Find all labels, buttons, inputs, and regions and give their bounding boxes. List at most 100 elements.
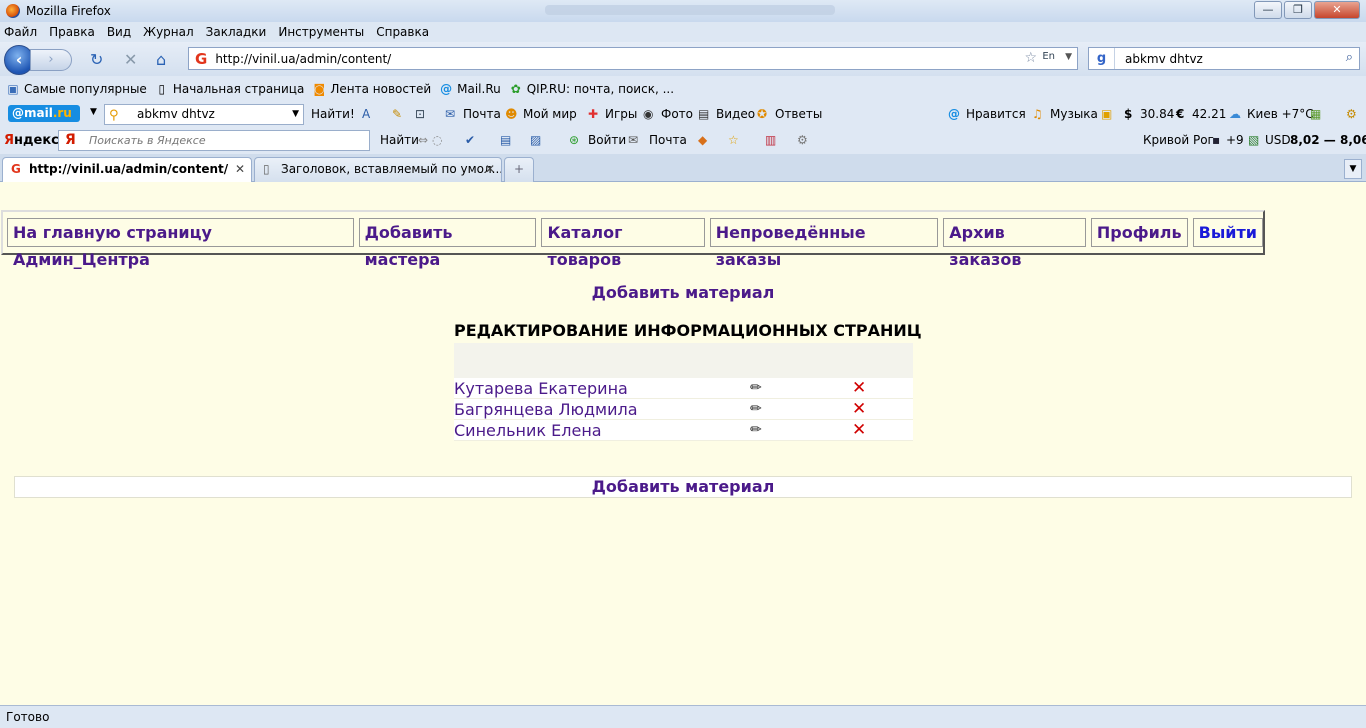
qip-icon: ✿: [510, 81, 521, 96]
video-icon: ▤: [698, 107, 710, 121]
add-material-link-bottom[interactable]: Добавить материал: [14, 476, 1352, 498]
yandex-settings-icon[interactable]: ⚙: [797, 133, 808, 147]
highlight-icon[interactable]: ✎: [392, 107, 402, 121]
add-material-link-top[interactable]: Добавить материал: [0, 283, 1366, 302]
forward-button[interactable]: ›: [30, 49, 72, 71]
google-engine-icon[interactable]: g: [1089, 48, 1115, 69]
yandex-mail-icon: ✉: [628, 133, 639, 147]
delete-x-icon[interactable]: ✕: [852, 399, 866, 419]
admin-home-link[interactable]: На главную страницу Админ_Центра: [7, 218, 354, 269]
menu-history[interactable]: Журнал: [143, 25, 194, 39]
menu-file[interactable]: Файл: [4, 25, 37, 39]
reload-icon[interactable]: ↻: [90, 50, 103, 69]
yandex-bar-icon[interactable]: ▥: [765, 133, 776, 147]
like-icon: @: [948, 107, 960, 121]
search-icon[interactable]: ⌕: [1346, 50, 1353, 65]
mailru-dropdown-icon[interactable]: ▼: [90, 107, 97, 117]
tab-admin-content[interactable]: G http://vinil.ua/admin/content/ ✕: [2, 157, 252, 182]
orders-archive-link[interactable]: Архив заказов: [943, 218, 1086, 269]
row-title-link[interactable]: Кутарева Екатерина: [454, 379, 628, 398]
search-bar[interactable]: g abkmv dhtvz ⌕: [1088, 47, 1360, 70]
logout-link[interactable]: Выйти: [1192, 218, 1263, 247]
tab-strip: G http://vinil.ua/admin/content/ ✕ ▯ Заг…: [0, 154, 1366, 182]
mailru-photo-link[interactable]: Фото: [661, 107, 693, 121]
mailru-find-button[interactable]: Найти!: [311, 107, 355, 121]
close-window-button[interactable]: ✕: [1314, 1, 1360, 19]
yandex-translate2-icon[interactable]: ▨: [530, 133, 541, 147]
dollar-icon: $: [1124, 107, 1133, 121]
yandex-toolbar: Яндекс Я Поискать в Яндексе Найти ⇔ ◌ ✔ …: [0, 127, 1366, 154]
bookmark-news[interactable]: ◙ Лента новостей: [312, 82, 432, 96]
pencil-icon[interactable]: ✏: [750, 380, 762, 396]
tab-close-icon[interactable]: ✕: [485, 158, 495, 181]
mailru-like-link[interactable]: Нравится: [966, 107, 1026, 121]
yandex-mail-button[interactable]: Почта: [649, 133, 687, 147]
mailru-search-input[interactable]: ⚲ abkmv dhtvz ▼: [104, 104, 304, 125]
mailru-myworld-link[interactable]: Мой мир: [523, 107, 577, 121]
firefox-logo-icon: [6, 4, 20, 18]
row-title-link[interactable]: Багрянцева Людмила: [454, 400, 638, 419]
catalog-link[interactable]: Каталог товаров: [541, 218, 705, 269]
tab-default-title[interactable]: ▯ Заголовок, вставляемый по умол... ✕: [254, 157, 502, 182]
yandex-search-input[interactable]: Я Поискать в Яндексе: [58, 130, 370, 151]
yandex-login-button[interactable]: Войти: [588, 133, 626, 147]
new-tab-button[interactable]: +: [504, 157, 534, 182]
search-text: abkmv dhtvz: [1125, 51, 1203, 66]
menu-help[interactable]: Справка: [376, 25, 429, 39]
mailru-music-link[interactable]: Музыка: [1050, 107, 1098, 121]
menu-view[interactable]: Вид: [107, 25, 131, 39]
menu-bookmarks[interactable]: Закладки: [206, 25, 267, 39]
window-controls: — ❐ ✕: [1254, 1, 1360, 19]
tab-close-icon[interactable]: ✕: [235, 158, 245, 181]
pencil-icon[interactable]: ✏: [750, 422, 762, 438]
tab-list-dropdown-icon[interactable]: ▼: [1344, 159, 1362, 179]
bookmark-star-icon[interactable]: ☆: [1024, 50, 1037, 66]
widget-icon[interactable]: ▦: [1310, 107, 1321, 121]
mailru-video-link[interactable]: Видео: [716, 107, 755, 121]
usd-rate: 30.84: [1140, 107, 1175, 121]
yandex-logo[interactable]: Яндекс: [4, 133, 59, 148]
yandex-arrows-icon[interactable]: ⇔: [418, 133, 428, 147]
maximize-button[interactable]: ❐: [1284, 1, 1312, 19]
add-master-link[interactable]: Добавить мастера: [358, 218, 537, 269]
pending-orders-link[interactable]: Непроведённые заказы: [709, 218, 939, 269]
yandex-chat-icon[interactable]: ◌: [432, 133, 442, 147]
home-icon[interactable]: ⌂: [156, 50, 166, 69]
bookmark-popular[interactable]: ▣ Самые популярные: [6, 82, 146, 96]
eur-rate: 42.21: [1192, 107, 1227, 121]
stop-icon[interactable]: ✕: [124, 50, 137, 69]
euro-icon: €: [1176, 107, 1185, 121]
mailru-games-link[interactable]: Игры: [605, 107, 637, 121]
page-icon: ▯: [158, 81, 166, 96]
yandex-find-button[interactable]: Найти: [380, 133, 419, 147]
bookmark-mailru[interactable]: @ Mail.Ru: [439, 82, 501, 96]
bookmark-qip[interactable]: ✿ QIP.RU: почта, поиск, ...: [509, 82, 674, 96]
mailru-search-dropdown-icon[interactable]: ▼: [292, 105, 299, 124]
url-bar[interactable]: G http://vinil.ua/admin/content/ ☆ En ▼: [188, 47, 1078, 70]
spellcheck-icon[interactable]: ✔: [465, 133, 475, 147]
mailbox-icon[interactable]: ▣: [1101, 107, 1112, 121]
url-dropdown-icon[interactable]: ▼: [1065, 52, 1072, 62]
delete-x-icon[interactable]: ✕: [852, 378, 866, 398]
yandex-money-icon[interactable]: ◆: [698, 133, 707, 147]
delete-x-icon[interactable]: ✕: [852, 420, 866, 440]
my-world-icon: ☻: [505, 107, 518, 121]
mailru-mail-link[interactable]: Почта: [463, 107, 501, 121]
mailru-logo[interactable]: @mail.ru: [8, 105, 80, 122]
minimize-button[interactable]: —: [1254, 1, 1282, 19]
row-title-link[interactable]: Синельник Елена: [454, 421, 602, 440]
settings-gear-icon[interactable]: ⚙: [1346, 107, 1357, 121]
table-title: РЕДАКТИРОВАНИЕ ИНФОРМАЦИОННЫХ СТРАНИЦ: [454, 321, 922, 340]
yandex-favorites-star-icon[interactable]: ☆: [728, 133, 739, 147]
bookmark-start-page[interactable]: ▯ Начальная страница: [155, 82, 305, 96]
profile-link[interactable]: Профиль: [1090, 218, 1188, 247]
site-favicon-icon: G: [195, 49, 208, 68]
font-size-icon[interactable]: A: [362, 107, 370, 121]
translate-icon[interactable]: ▤: [500, 133, 511, 147]
menu-tools[interactable]: Инструменты: [278, 25, 364, 39]
zoom-icon[interactable]: ⊡: [415, 107, 425, 121]
weather-kyiv: Киев +7°C: [1247, 107, 1314, 121]
pencil-icon[interactable]: ✏: [750, 401, 762, 417]
menu-edit[interactable]: Правка: [49, 25, 95, 39]
mailru-answers-link[interactable]: Ответы: [775, 107, 822, 121]
